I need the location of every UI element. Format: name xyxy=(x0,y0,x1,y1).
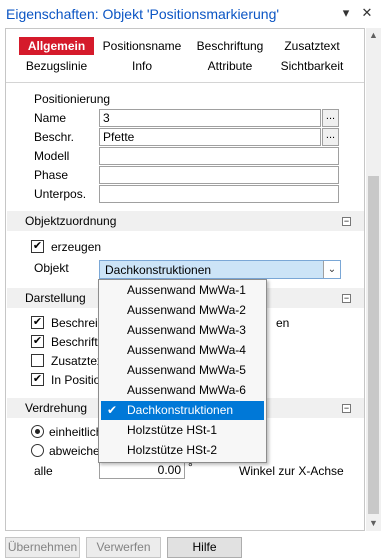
tab-attribute[interactable]: Attribute xyxy=(194,57,266,75)
tab-bezugslinie[interactable]: Bezugslinie xyxy=(19,57,94,75)
scroll-thumb[interactable] xyxy=(368,176,379,514)
dropdown-item-selected[interactable]: ✔ Dachkonstruktionen xyxy=(101,401,264,420)
angle-field[interactable]: 0.00 xyxy=(99,461,185,479)
phase-label: Phase xyxy=(34,168,69,182)
dropdown-item[interactable]: Holzstütze HSt-2 xyxy=(101,441,264,460)
radio-selected-dot xyxy=(35,429,40,434)
darstellung-heading: Darstellung xyxy=(25,291,86,305)
darstellung-label-fragment: en xyxy=(276,316,290,330)
dropdown-item-label: Holzstütze HSt-1 xyxy=(127,423,218,437)
tab-separator xyxy=(6,82,364,83)
collapse-icon[interactable]: − xyxy=(342,217,351,226)
chevron-down-icon[interactable]: ⌄ xyxy=(323,261,340,278)
close-icon[interactable]: ✕ xyxy=(358,4,376,22)
dropdown-item[interactable]: Aussenwand MwWa-6 xyxy=(101,381,264,400)
abweichend-radio[interactable] xyxy=(31,444,44,457)
hilfe-button[interactable]: Hilfe xyxy=(167,537,242,558)
dropdown-item[interactable]: Aussenwand MwWa-4 xyxy=(101,341,264,360)
vertical-scrollbar[interactable]: ▲ ▼ xyxy=(366,28,381,531)
tab-allgemein[interactable]: Allgemein xyxy=(19,37,94,55)
dropdown-item[interactable]: Holzstütze HSt-1 xyxy=(101,421,264,440)
dropdown-item[interactable]: Aussenwand MwWa-3 xyxy=(101,321,264,340)
einheitlich-radio[interactable] xyxy=(31,425,44,438)
darstellung-label-2: Beschriftu xyxy=(51,335,105,349)
pin-icon[interactable]: ▾ xyxy=(337,4,355,22)
dropdown-item-label: Aussenwand MwWa-2 xyxy=(127,303,246,317)
tab-sichtbarkeit[interactable]: Sichtbarkeit xyxy=(274,57,350,75)
objektzuordnung-heading: Objektzuordnung xyxy=(25,214,117,228)
objekt-label: Objekt xyxy=(34,261,69,275)
tab-positionsname[interactable]: Positionsname xyxy=(100,37,184,55)
beschr-browse-button[interactable]: ... xyxy=(322,128,339,146)
verdrehung-heading: Verdrehung xyxy=(25,401,88,415)
tab-beschriftung[interactable]: Beschriftung xyxy=(194,37,266,55)
dropdown-item-label: Aussenwand MwWa-4 xyxy=(127,343,246,357)
objekt-select-value: Dachkonstruktionen xyxy=(105,263,212,277)
section-objektzuordnung[interactable]: Objektzuordnung − xyxy=(7,211,364,231)
unterpos-field[interactable] xyxy=(99,185,339,203)
einheitlich-label: einheitlich xyxy=(49,425,103,439)
check-icon: ✔ xyxy=(107,403,118,417)
name-field[interactable]: 3 xyxy=(99,109,321,127)
darstellung-label-3: Zusatztex xyxy=(51,354,104,368)
scroll-down-icon[interactable]: ▼ xyxy=(366,516,381,531)
phase-field[interactable] xyxy=(99,166,339,184)
dropdown-item-label: Aussenwand MwWa-5 xyxy=(127,363,246,377)
dropdown-item-label: Holzstütze HSt-2 xyxy=(127,443,218,457)
darstellung-label-1: Beschreib xyxy=(51,316,105,330)
erzeugen-checkbox[interactable]: ✔ xyxy=(31,240,44,253)
alle-label: alle xyxy=(34,464,53,478)
darstellung-checkbox-4[interactable]: ✔ xyxy=(31,373,44,386)
dropdown-item-label: Aussenwand MwWa-3 xyxy=(127,323,246,337)
erzeugen-label: erzeugen xyxy=(51,240,102,254)
dropdown-item[interactable]: Aussenwand MwWa-1 xyxy=(101,281,264,300)
title-bar: Eigenschaften: Objekt 'Positionsmarkieru… xyxy=(0,0,383,28)
dropdown-item[interactable]: Aussenwand MwWa-5 xyxy=(101,361,264,380)
tab-info[interactable]: Info xyxy=(120,57,164,75)
dropdown-item[interactable]: Aussenwand MwWa-2 xyxy=(101,301,264,320)
name-label: Name xyxy=(34,111,67,125)
darstellung-checkbox-2[interactable]: ✔ xyxy=(31,335,44,348)
beschr-label: Beschr. xyxy=(34,130,75,144)
winkel-label: Winkel zur X-Achse xyxy=(239,464,344,478)
modell-field[interactable] xyxy=(99,147,339,165)
modell-label: Modell xyxy=(34,149,70,163)
collapse-icon[interactable]: − xyxy=(342,294,351,303)
dropdown-item-label: Aussenwand MwWa-6 xyxy=(127,383,246,397)
darstellung-checkbox-3[interactable] xyxy=(31,354,44,367)
dropdown-item-label: Dachkonstruktionen xyxy=(127,403,234,417)
collapse-icon[interactable]: − xyxy=(342,404,351,413)
uebernehmen-button[interactable]: Übernehmen xyxy=(5,537,80,558)
beschr-field[interactable]: Pfette xyxy=(99,128,321,146)
window-title: Eigenschaften: Objekt 'Positionsmarkieru… xyxy=(6,6,280,22)
objekt-dropdown-list[interactable]: Aussenwand MwWa-1 Aussenwand MwWa-2 Auss… xyxy=(98,279,267,463)
objekt-select[interactable]: Dachkonstruktionen ⌄ xyxy=(99,260,341,279)
scroll-up-icon[interactable]: ▲ xyxy=(366,28,381,43)
tab-zusatztext[interactable]: Zusatztext xyxy=(280,37,344,55)
darstellung-checkbox-1[interactable]: ✔ xyxy=(31,316,44,329)
verwerfen-button[interactable]: Verwerfen xyxy=(86,537,161,558)
unterpos-label: Unterpos. xyxy=(34,187,87,201)
dropdown-item-label: Aussenwand MwWa-1 xyxy=(127,283,246,297)
name-browse-button[interactable]: ... xyxy=(322,109,339,127)
section-positionierung-heading: Positionierung xyxy=(34,92,111,106)
